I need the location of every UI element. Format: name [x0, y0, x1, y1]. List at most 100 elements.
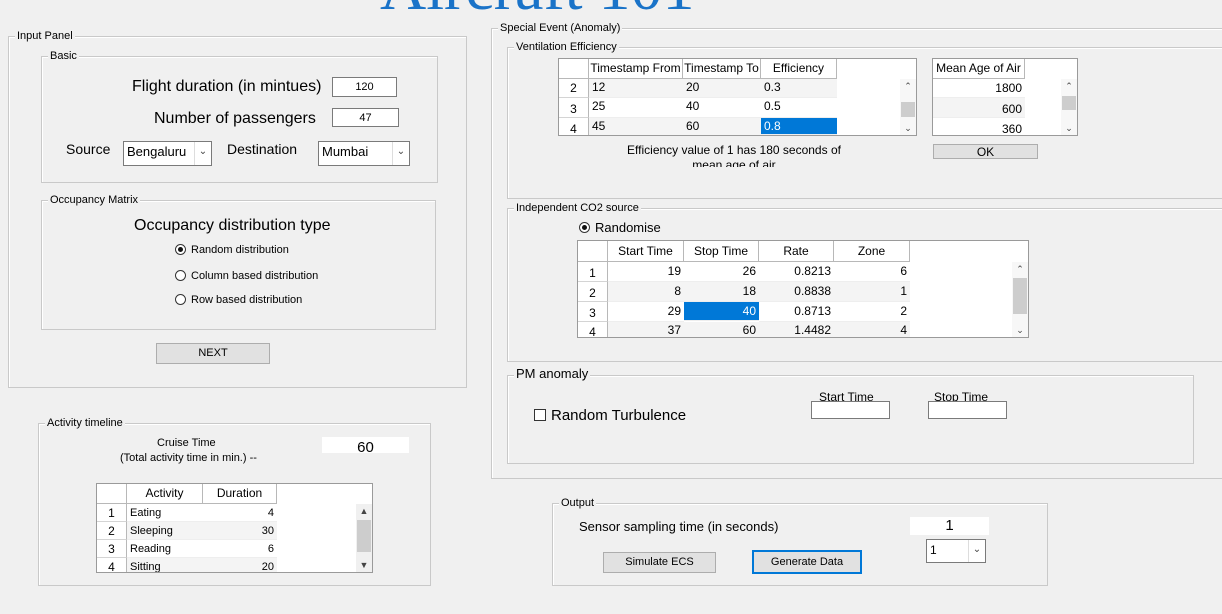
radio-random-label[interactable]: Random distribution: [191, 244, 289, 256]
col-header-timestamp-from[interactable]: Timestamp From: [589, 59, 683, 79]
co2-table[interactable]: Start Time Stop Time Rate Zone 1 19 26 0…: [577, 240, 1029, 338]
next-button[interactable]: NEXT: [156, 343, 270, 364]
rate-cell[interactable]: 0.8713: [759, 302, 834, 322]
zone-cell[interactable]: 2: [834, 302, 910, 322]
sampling-select[interactable]: 1 ⌄: [926, 539, 986, 563]
ventilation-scrollbar[interactable]: ⌃ ⌄: [900, 79, 916, 135]
mean-age-cell[interactable]: 360: [933, 118, 1025, 135]
source-select[interactable]: Bengaluru ⌄: [123, 141, 212, 166]
duration-cell[interactable]: 6: [203, 540, 277, 558]
activity-scrollbar[interactable]: ▲ ▼: [356, 504, 372, 572]
activity-cell[interactable]: Eating: [127, 504, 203, 522]
col-header-mean-age[interactable]: Mean Age of Air: [933, 59, 1025, 79]
zone-cell[interactable]: 6: [834, 262, 910, 282]
scroll-up-icon[interactable]: ⌃: [900, 79, 916, 93]
start-cell[interactable]: 29: [608, 302, 684, 322]
flight-duration-input[interactable]: 120: [332, 77, 397, 97]
row-number: 2: [559, 79, 589, 98]
chevron-down-icon[interactable]: ⌄: [392, 142, 409, 165]
mean-age-table[interactable]: Mean Age of Air 1800 600 360 ⌃ ⌄: [932, 58, 1078, 136]
occupancy-heading: Occupancy distribution type: [134, 217, 331, 234]
mean-age-cell[interactable]: 600: [933, 98, 1025, 118]
to-cell[interactable]: 40: [683, 98, 761, 118]
randomise-label[interactable]: Randomise: [595, 220, 661, 235]
sampling-label: Sensor sampling time (in seconds): [579, 519, 779, 534]
stop-cell-selected[interactable]: 40: [684, 302, 759, 321]
stop-cell[interactable]: 60: [684, 322, 759, 337]
scroll-down-icon[interactable]: ⌄: [900, 121, 916, 135]
scroll-up-icon[interactable]: ▲: [356, 504, 372, 518]
passengers-input[interactable]: 47: [332, 108, 399, 127]
efficiency-cell-selected[interactable]: 0.8: [761, 118, 837, 135]
ventilation-table[interactable]: Timestamp From Timestamp To Efficiency 2…: [558, 58, 917, 136]
start-cell[interactable]: 19: [608, 262, 684, 282]
col-header-zone[interactable]: Zone: [834, 241, 910, 262]
to-cell[interactable]: 20: [683, 79, 761, 98]
scrollbar-thumb[interactable]: [1062, 96, 1076, 110]
sampling-input[interactable]: 1: [910, 517, 989, 535]
radio-row-label[interactable]: Row based distribution: [191, 294, 302, 306]
generate-data-button[interactable]: Generate Data: [752, 550, 862, 574]
chevron-down-icon[interactable]: ⌄: [968, 540, 985, 562]
scroll-up-icon[interactable]: ⌃: [1012, 262, 1028, 276]
zone-cell[interactable]: 1: [834, 282, 910, 302]
co2-scrollbar[interactable]: ⌃ ⌄: [1012, 262, 1028, 337]
mean-age-cell[interactable]: 1800: [933, 79, 1025, 98]
mean-age-scrollbar[interactable]: ⌃ ⌄: [1061, 79, 1077, 135]
col-header-start-time[interactable]: Start Time: [608, 241, 684, 262]
duration-cell[interactable]: 20: [203, 558, 277, 572]
activity-cell[interactable]: Reading: [127, 540, 203, 558]
radio-random[interactable]: [175, 244, 186, 255]
col-header-duration[interactable]: Duration: [203, 484, 277, 504]
col-header-rate[interactable]: Rate: [759, 241, 834, 262]
scrollbar-thumb[interactable]: [357, 520, 371, 552]
radio-column-label[interactable]: Column based distribution: [191, 270, 318, 282]
rate-cell[interactable]: 0.8838: [759, 282, 834, 302]
rate-cell[interactable]: 0.8213: [759, 262, 834, 282]
stop-cell[interactable]: 26: [684, 262, 759, 282]
turbulence-label[interactable]: Random Turbulence: [551, 407, 686, 424]
to-cell[interactable]: 60: [683, 118, 761, 135]
scroll-up-icon[interactable]: ⌃: [1061, 79, 1077, 93]
destination-select[interactable]: Mumbai ⌄: [318, 141, 410, 166]
from-cell[interactable]: 25: [589, 98, 683, 118]
radio-row[interactable]: [175, 294, 186, 305]
activity-table[interactable]: Activity Duration 1 Eating 4 2 Sleeping …: [96, 483, 373, 573]
pm-stop-input[interactable]: [928, 401, 1007, 419]
turbulence-checkbox[interactable]: [534, 409, 546, 421]
simulate-ecs-button[interactable]: Simulate ECS: [603, 552, 716, 573]
activity-cell[interactable]: Sleeping: [127, 522, 203, 540]
row-number: 3: [559, 98, 589, 118]
duration-cell[interactable]: 4: [203, 504, 277, 522]
activity-cell[interactable]: Sitting: [127, 558, 203, 572]
col-header-efficiency[interactable]: Efficiency: [761, 59, 837, 79]
scroll-down-icon[interactable]: ▼: [356, 558, 372, 572]
radio-column[interactable]: [175, 270, 186, 281]
zone-cell[interactable]: 4: [834, 322, 910, 337]
passengers-label: Number of passengers: [154, 110, 316, 127]
start-cell[interactable]: 37: [608, 322, 684, 337]
scroll-down-icon[interactable]: ⌄: [1012, 323, 1028, 337]
from-cell[interactable]: 45: [589, 118, 683, 135]
scroll-down-icon[interactable]: ⌄: [1061, 121, 1077, 135]
start-cell[interactable]: 8: [608, 282, 684, 302]
row-number: 4: [97, 558, 127, 572]
from-cell[interactable]: 12: [589, 79, 683, 98]
rate-cell[interactable]: 1.4482: [759, 322, 834, 337]
col-header-stop-time[interactable]: Stop Time: [684, 241, 759, 262]
row-number: 3: [578, 302, 608, 322]
row-number: 1: [97, 504, 127, 522]
cruise-time-input[interactable]: 60: [322, 437, 409, 453]
ok-button[interactable]: OK: [933, 144, 1038, 159]
scrollbar-thumb[interactable]: [901, 102, 915, 117]
efficiency-cell[interactable]: 0.5: [761, 98, 837, 118]
efficiency-cell[interactable]: 0.3: [761, 79, 837, 98]
radio-randomise[interactable]: [579, 222, 590, 233]
stop-cell[interactable]: 18: [684, 282, 759, 302]
scrollbar-thumb[interactable]: [1013, 278, 1027, 314]
duration-cell[interactable]: 30: [203, 522, 277, 540]
col-header-activity[interactable]: Activity: [127, 484, 203, 504]
pm-start-input[interactable]: [811, 401, 890, 419]
col-header-timestamp-to[interactable]: Timestamp To: [683, 59, 761, 79]
chevron-down-icon[interactable]: ⌄: [194, 142, 211, 165]
